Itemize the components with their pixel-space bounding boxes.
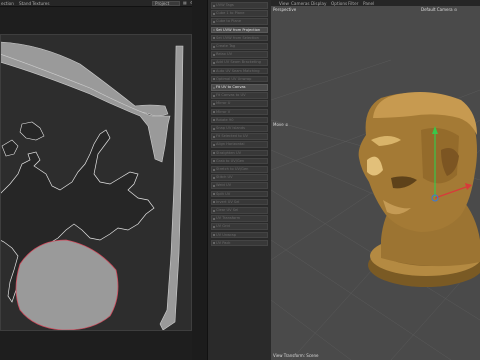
tool-button[interactable]: Relax UV	[211, 51, 268, 58]
tool-button[interactable]: Mirror V	[211, 108, 268, 116]
uv-island-top-strip	[0, 41, 169, 117]
uv-island-small-top	[19, 121, 45, 141]
tool-button[interactable]: UV Unwrap	[211, 231, 268, 239]
tool-button[interactable]: Fit Canvas to UV	[211, 92, 268, 99]
tool-button[interactable]: Straighten UV	[211, 149, 268, 157]
tool-button[interactable]: UV Grid	[211, 223, 268, 230]
tool-button[interactable]: Grab to UV/Gen	[211, 157, 268, 165]
tool-button[interactable]: Split UV	[211, 190, 268, 198]
tool-button[interactable]: Mirror U	[211, 100, 268, 107]
viewport-scene	[271, 59, 480, 360]
tool-button[interactable]: Rotate 90	[211, 116, 268, 124]
grid-icon[interactable]: ▦	[183, 0, 187, 5]
tool-button[interactable]: Optimal UV Unwrap	[211, 75, 268, 83]
tool-button[interactable]: Snap UV Islands	[211, 125, 268, 132]
viewport-3d[interactable]: View Cameras Display Options Filter Pane…	[271, 0, 480, 360]
tool-button[interactable]: UV Transform	[211, 215, 268, 222]
tool-button[interactable]: Stretch to UV/Gen	[211, 166, 268, 173]
uv-island-right-strip	[159, 45, 184, 331]
tool-button[interactable]: Fit Selected to UV	[211, 133, 268, 140]
uv-island-small-mid	[1, 139, 19, 157]
uv-editor-panel: ection Stand Textures Project ▦ ⚙ ▤	[0, 0, 207, 360]
uv-canvas[interactable]	[0, 34, 192, 331]
tool-button[interactable]: Set UVW from Selection	[211, 34, 268, 42]
tool-button[interactable]: Cube 1 to Plane	[211, 10, 268, 17]
tool-button[interactable]: Cube to Plane	[211, 18, 268, 25]
uv-menu-selection[interactable]: ection	[1, 1, 14, 6]
uv-islands	[0, 34, 192, 331]
tool-button[interactable]: Auto UV Seam Matching	[211, 67, 268, 75]
tool-button[interactable]: Clear UV Sel	[211, 207, 268, 214]
project-select-value: Project	[155, 0, 170, 6]
tool-button[interactable]: Fit UV to Canvas	[211, 84, 268, 91]
project-select[interactable]: Project	[152, 0, 180, 6]
tool-button[interactable]: Create Tag	[211, 43, 268, 50]
tool-button[interactable]: Stitch UV	[211, 174, 268, 181]
tool-button[interactable]: UVW Tags	[211, 2, 268, 9]
tool-button[interactable]: Add UV Seam Bracketing	[211, 59, 268, 66]
uv-menubar: ection Stand Textures Project ▦ ⚙ ▤	[0, 0, 207, 7]
uv-menu-textures[interactable]: Textures	[32, 1, 50, 6]
uv-menu-stand[interactable]: Stand	[19, 1, 31, 6]
uv-island-disc	[15, 239, 119, 331]
uv-tool-palette: UVW Tags Cube 1 to Plane Cube to Plane Set …	[207, 0, 272, 360]
tool-button[interactable]: Align Horizontal	[211, 141, 268, 148]
tool-button[interactable]: Invert UV Sel	[211, 198, 268, 206]
uv-scroll-edge[interactable]	[192, 0, 207, 360]
viewport-footer: View Transform: Scene	[273, 353, 319, 358]
tool-button[interactable]: UV Pack	[211, 239, 268, 247]
tool-button[interactable]: Set UVW from Projection	[211, 26, 268, 34]
tool-button[interactable]: Weld UV	[211, 182, 268, 189]
